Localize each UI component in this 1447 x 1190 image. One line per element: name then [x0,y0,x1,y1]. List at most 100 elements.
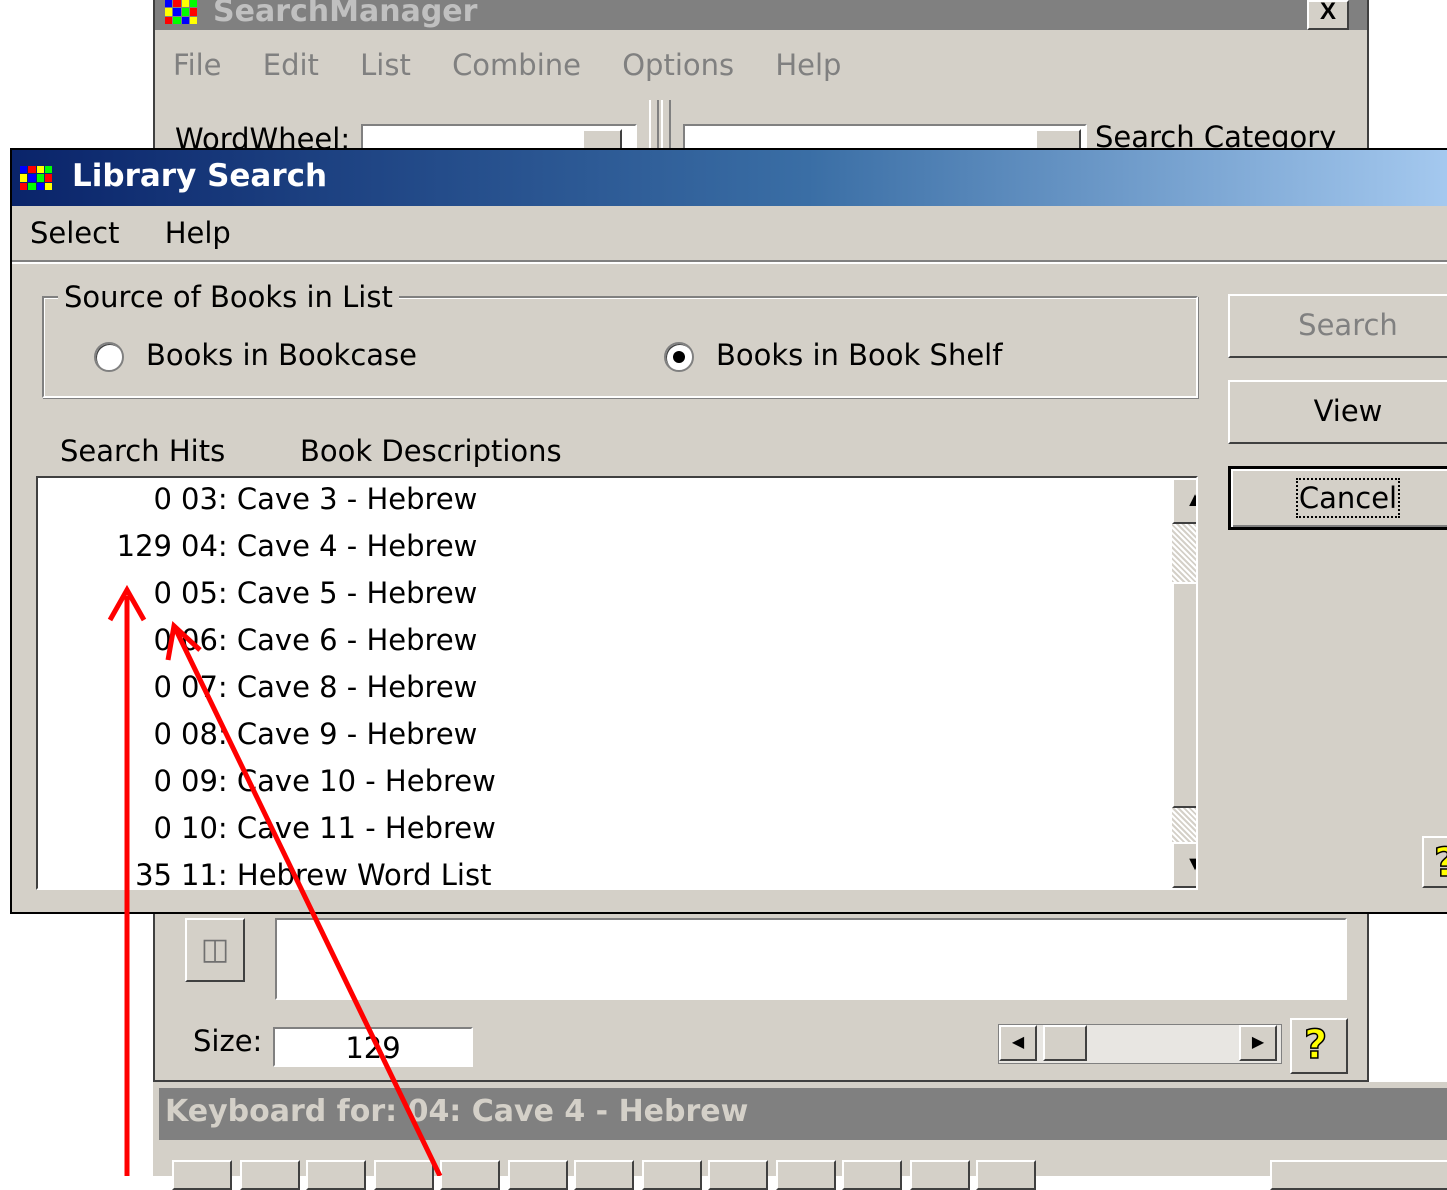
hits-value: 129 [116,529,172,563]
source-group-label: Source of Books in List [58,280,399,314]
book-description: 05: Cave 5 - Hebrew [181,576,478,610]
hits-value: 0 [153,670,172,704]
scroll-down-button[interactable]: ▼ [1172,842,1196,888]
book-description: 10: Cave 11 - Hebrew [181,811,496,845]
size-value: 129 [345,1031,401,1065]
hits-value: 0 [153,623,172,657]
keyboard-key[interactable] [440,1160,500,1190]
question-mark-icon: ? [1433,839,1447,886]
size-label: Size: [193,1024,263,1058]
search-manager-title: SearchManager [213,0,478,29]
keyboard-titlebar[interactable]: Keyboard for: 04: Cave 4 - Hebrew [159,1088,1447,1140]
hits-value: 0 [153,811,172,845]
book-description: 11: Hebrew Word List [181,858,492,890]
keyboard-key[interactable] [1270,1160,1447,1190]
radio-books-in-bookcase-label[interactable]: Books in Bookcase [146,338,417,372]
app-icon [165,0,197,24]
list-item[interactable]: 0 09: Cave 10 - Hebrew [38,760,1138,807]
keyboard-key[interactable] [508,1160,568,1190]
keyboard-title: Keyboard for: 04: Cave 4 - Hebrew [165,1094,749,1129]
hits-value: 35 [135,858,172,890]
close-icon: X [1319,0,1336,25]
help-button[interactable]: ? [1290,1018,1348,1074]
column-header-book-descriptions: Book Descriptions [300,434,562,468]
scroll-thumb[interactable] [1043,1025,1087,1061]
search-manager-titlebar[interactable]: SearchManager X [155,0,1367,30]
menu-help[interactable]: Help [165,216,231,250]
scroll-thumb[interactable] [1172,582,1196,808]
keyboard-key[interactable] [574,1160,634,1190]
menu-options[interactable]: Options [622,48,734,82]
menu-list[interactable]: List [360,48,411,82]
list-item[interactable]: 129 04: Cave 4 - Hebrew [38,525,1138,572]
book-description: 08: Cave 9 - Hebrew [181,717,478,751]
horizontal-scrollbar[interactable]: ◀ ▶ [998,1024,1282,1064]
hits-value: 0 [153,764,172,798]
hits-value: 0 [153,576,172,610]
keyboard-key[interactable] [842,1160,902,1190]
hits-value: 0 [153,482,172,516]
keyboard-key[interactable] [306,1160,366,1190]
close-button[interactable]: X [1307,0,1349,30]
scroll-left-button[interactable]: ◀ [999,1025,1037,1061]
vertical-scrollbar[interactable]: ▲ ▼ [1172,478,1196,888]
list-item[interactable]: 35 11: Hebrew Word List [38,854,1138,890]
list-item[interactable]: 0 05: Cave 5 - Hebrew [38,572,1138,619]
hits-value: 0 [153,717,172,751]
book-description: 03: Cave 3 - Hebrew [181,482,478,516]
column-header-search-hits: Search Hits [60,434,226,468]
keyboard-key[interactable] [776,1160,836,1190]
keyboard-key[interactable] [910,1160,970,1190]
list-item[interactable]: 0 08: Cave 9 - Hebrew [38,713,1138,760]
radio-selected-dot [673,351,685,363]
list-item[interactable]: 0 07: Cave 8 - Hebrew [38,666,1138,713]
menu-help[interactable]: Help [775,48,841,82]
binoculars-icon: ◫ [200,933,230,966]
book-description: 09: Cave 10 - Hebrew [181,764,496,798]
arrow-right-icon: ▶ [1251,1034,1265,1051]
binoculars-button[interactable]: ◫ [185,918,245,982]
keyboard-key[interactable] [172,1160,232,1190]
arrow-left-icon: ◀ [1011,1034,1025,1051]
menu-select[interactable]: Select [30,216,119,250]
keyboard-key[interactable] [240,1160,300,1190]
menu-separator [12,260,1447,264]
library-search-titlebar[interactable]: Library Search [12,150,1447,206]
menu-file[interactable]: File [173,48,222,82]
arrow-down-icon: ▼ [1185,853,1196,875]
results-box[interactable] [275,918,1347,1000]
keyboard-key[interactable] [708,1160,768,1190]
menu-edit[interactable]: Edit [263,48,319,82]
search-manager-menubar: File Edit List Combine Options Help [173,48,873,82]
list-item[interactable]: 0 06: Cave 6 - Hebrew [38,619,1138,666]
book-list[interactable]: 0 03: Cave 3 - Hebrew 129 04: Cave 4 - Heb… [36,476,1198,890]
keyboard-key[interactable] [374,1160,434,1190]
scroll-up-button[interactable]: ▲ [1172,478,1196,524]
view-button[interactable]: View [1228,380,1447,444]
library-search-title: Library Search [72,158,328,194]
arrow-up-icon: ▲ [1185,489,1196,511]
radio-books-in-bookcase[interactable] [94,342,124,372]
scroll-right-button[interactable]: ▶ [1239,1025,1277,1061]
search-button-label: Search [1298,308,1398,342]
size-field[interactable]: 129 [273,1027,473,1067]
keyboard-key[interactable] [976,1160,1036,1190]
library-search-dialog: Library Search Select Help Source of Boo… [10,148,1447,914]
search-button[interactable]: Search [1228,294,1447,358]
menu-combine[interactable]: Combine [452,48,581,82]
book-description: 07: Cave 8 - Hebrew [181,670,478,704]
radio-books-in-book-shelf-label[interactable]: Books in Book Shelf [716,338,1002,372]
library-search-menubar: Select Help [30,216,267,250]
book-description: 04: Cave 4 - Hebrew [181,529,478,563]
help-button[interactable]: ? [1422,836,1447,888]
book-description: 06: Cave 6 - Hebrew [181,623,478,657]
radio-books-in-book-shelf[interactable] [664,342,694,372]
cancel-button[interactable]: Cancel [1228,466,1447,530]
cancel-button-label: Cancel [1295,478,1401,518]
keyboard-key[interactable] [642,1160,702,1190]
app-icon [20,166,52,190]
question-mark-icon: ? [1303,1021,1328,1069]
view-button-label: View [1313,394,1383,428]
list-item[interactable]: 0 10: Cave 11 - Hebrew [38,807,1138,854]
list-item[interactable]: 0 03: Cave 3 - Hebrew [38,478,1138,525]
